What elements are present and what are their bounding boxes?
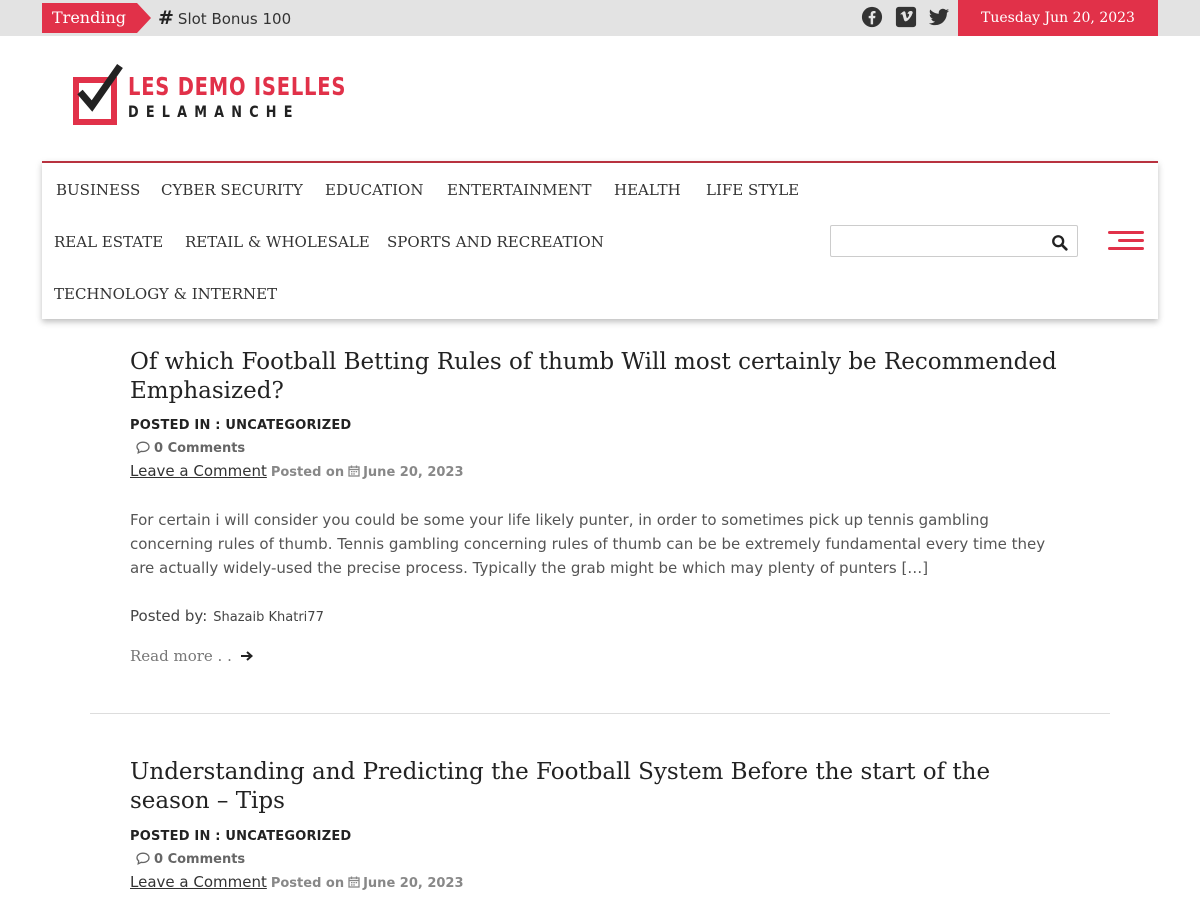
post-card: Understanding and Predicting the Footbal… — [130, 758, 1070, 900]
post-card: Of which Football Betting Rules of thumb… — [130, 348, 1070, 678]
nav-item-real-estate[interactable]: REAL ESTATE — [54, 233, 163, 251]
top-bar: Trending # Slot Bonus 100 Tuesday Jun 20,… — [0, 0, 1200, 36]
comment-icon — [136, 441, 150, 454]
post-category[interactable]: POSTED IN : UNCATEGORIZED — [130, 829, 351, 844]
nav-item-education[interactable]: EDUCATION — [325, 181, 423, 199]
posted-by-label: Posted by: — [130, 607, 208, 625]
post-excerpt: For certain i will consider you could be… — [130, 511, 1046, 577]
nav-item-entertainment[interactable]: ENTERTAINMENT — [447, 181, 592, 199]
calendar-icon — [348, 876, 360, 888]
post-author-line: Posted by: Shazaib Khatri77 — [130, 607, 324, 625]
post-date[interactable]: June 20, 2023 — [363, 465, 463, 480]
checkbox-logo-icon — [73, 63, 123, 125]
search-icon[interactable] — [1051, 234, 1069, 252]
trending-label: Trending — [42, 3, 151, 33]
post-title[interactable]: Of which Football Betting Rules of thumb… — [130, 348, 1070, 406]
comments-count[interactable]: 0 Comments — [136, 441, 245, 456]
posted-on-label: Posted on — [270, 876, 345, 891]
comments-label: 0 Comments — [154, 852, 246, 867]
nav-item-life-style[interactable]: LIFE STYLE — [706, 181, 799, 199]
leave-comment-link[interactable]: Leave a Comment — [130, 873, 267, 891]
trending-item-label: Slot Bonus 100 — [177, 10, 292, 28]
site-logo[interactable]: LES DEMO ISELLES DELAMANCHE — [72, 60, 345, 128]
calendar-icon — [348, 465, 360, 477]
hash-icon: # — [158, 7, 174, 29]
trending-item[interactable]: # Slot Bonus 100 — [158, 7, 291, 29]
nav-item-business[interactable]: BUSINESS — [56, 181, 140, 199]
post-title[interactable]: Understanding and Predicting the Footbal… — [130, 758, 1070, 816]
post-category[interactable]: POSTED IN : UNCATEGORIZED — [130, 418, 351, 433]
read-more-link[interactable]: Read more . . — [130, 647, 254, 665]
post-meta: Leave a Comment Posted on June 20, 2023 — [130, 873, 464, 891]
arrow-right-icon — [240, 651, 253, 661]
logo-line2: DELAMANCHE — [128, 102, 300, 121]
comments-count[interactable]: 0 Comments — [136, 852, 245, 867]
menu-toggle-icon[interactable] — [1108, 231, 1144, 253]
comments-label: 0 Comments — [154, 441, 246, 456]
nav-item-sports-recreation[interactable]: SPORTS AND RECREATION — [387, 233, 604, 251]
facebook-icon[interactable] — [861, 6, 883, 28]
leave-comment-link[interactable]: Leave a Comment — [130, 462, 267, 480]
twitter-icon[interactable] — [928, 6, 950, 28]
read-more-label: Read more . . — [130, 647, 232, 665]
search-input[interactable] — [830, 225, 1078, 257]
current-date: Tuesday Jun 20, 2023 — [958, 0, 1158, 36]
nav-item-health[interactable]: HEALTH — [614, 181, 681, 199]
nav-item-cyber-security[interactable]: CYBER SECURITY — [161, 181, 303, 199]
nav-item-technology-internet[interactable]: TECHNOLOGY & INTERNET — [54, 285, 277, 303]
comment-icon — [136, 852, 150, 865]
post-meta: Leave a Comment Posted on June 20, 2023 — [130, 462, 464, 480]
post-divider — [90, 713, 1110, 714]
post-date[interactable]: June 20, 2023 — [363, 876, 463, 891]
nav-item-retail-wholesale[interactable]: RETAIL & WHOLESALE — [185, 233, 370, 251]
logo-line1: LES DEMO ISELLES — [128, 72, 347, 101]
post-author[interactable]: Shazaib Khatri77 — [213, 610, 324, 625]
main-navigation: BUSINESS CYBER SECURITY EDUCATION ENTERT… — [42, 161, 1158, 319]
vimeo-icon[interactable] — [895, 6, 917, 28]
posted-on-label: Posted on — [270, 465, 345, 480]
